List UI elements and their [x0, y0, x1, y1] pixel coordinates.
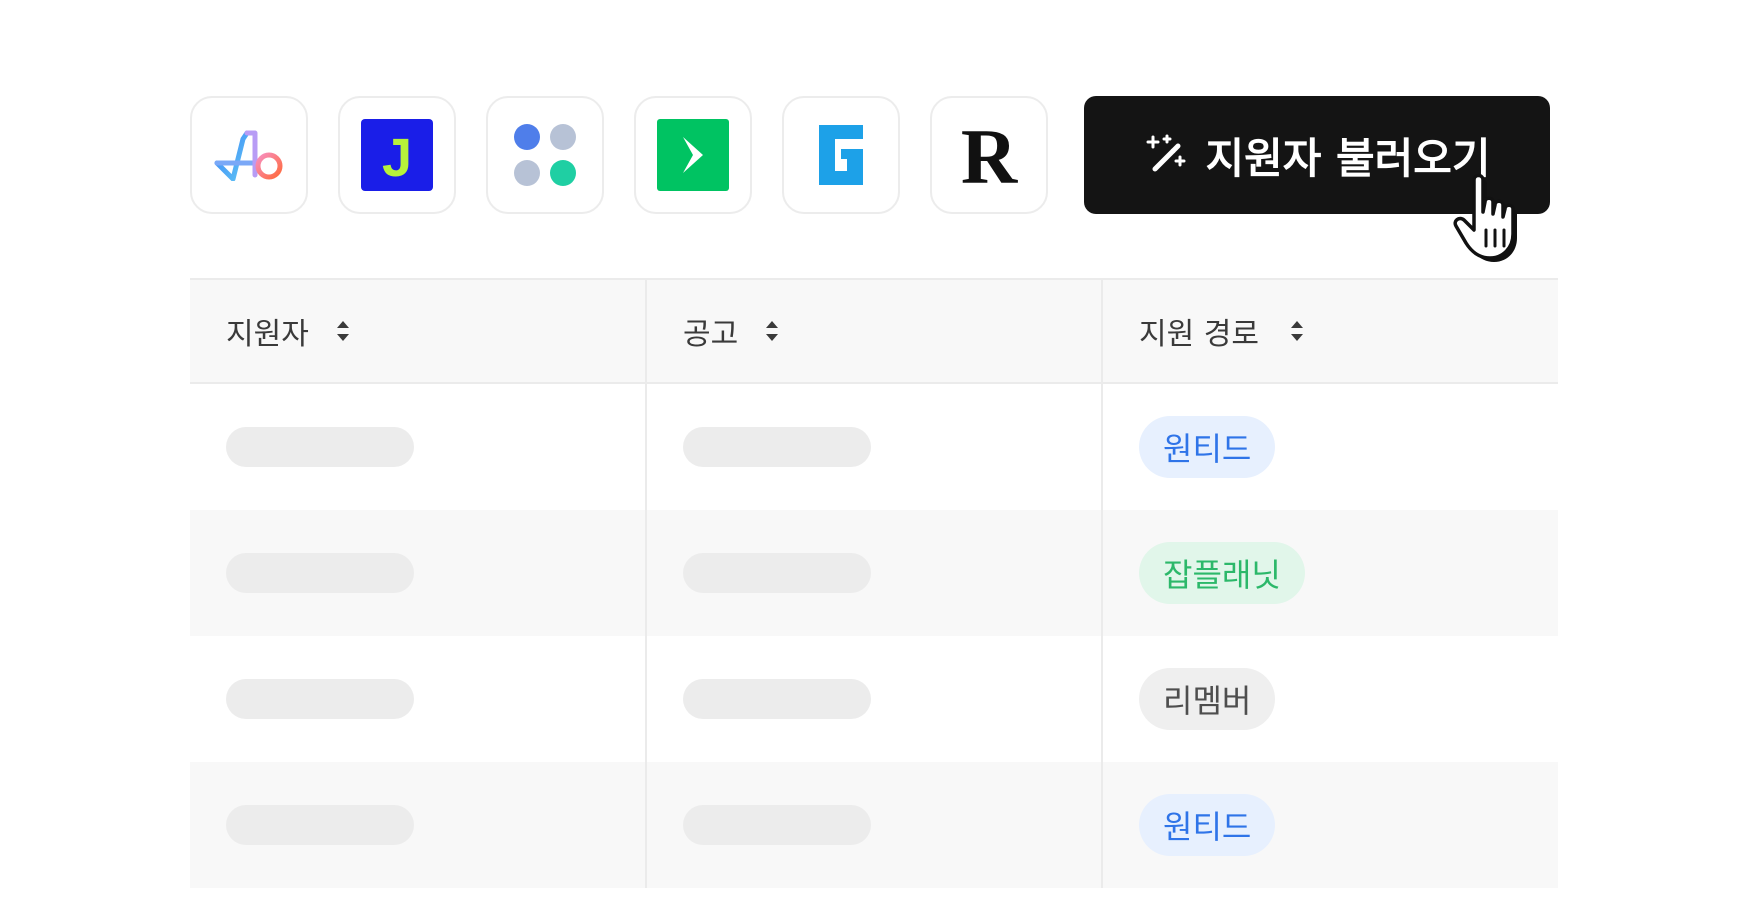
source-cell: 원티드 — [1101, 762, 1558, 888]
posting-cell — [645, 384, 1101, 510]
applicant-cell — [190, 762, 645, 888]
applicants-table: 지원자 공고 지원 경로 원티드 잡플래닛 리멤버 원티드 — [190, 278, 1558, 888]
source-tag: 원티드 — [1139, 416, 1276, 478]
source-tile-g-service[interactable] — [782, 96, 900, 214]
remember-logo-icon: R — [961, 125, 1019, 185]
table-row[interactable]: 잡플래닛 — [190, 510, 1558, 636]
applicant-cell — [190, 384, 645, 510]
table-row[interactable]: 원티드 — [190, 762, 1558, 888]
column-header-applicant[interactable]: 지원자 — [190, 280, 645, 382]
source-cell: 원티드 — [1101, 384, 1558, 510]
jobkorea-logo-icon: J — [361, 119, 433, 191]
source-tile-wanted[interactable] — [190, 96, 308, 214]
table-row[interactable]: 원티드 — [190, 384, 1558, 510]
applicant-cell — [190, 510, 645, 636]
table-row[interactable]: 리멤버 — [190, 636, 1558, 762]
jobplanet-logo-icon — [657, 119, 729, 191]
source-tag: 리멤버 — [1139, 668, 1276, 730]
sort-icon[interactable] — [764, 316, 780, 346]
column-header-label: 지원 경로 — [1139, 317, 1259, 352]
source-cell: 리멤버 — [1101, 636, 1558, 762]
column-header-label: 공고 — [683, 317, 739, 352]
jobkorea-letter: J — [382, 128, 412, 188]
skeleton-placeholder — [683, 679, 871, 719]
table-header-row: 지원자 공고 지원 경로 — [190, 280, 1558, 384]
magic-wand-icon — [1146, 134, 1186, 172]
skeleton-placeholder — [226, 553, 414, 593]
source-tile-remember[interactable]: R — [930, 96, 1048, 214]
remember-letter: R — [961, 125, 1019, 185]
source-tag: 원티드 — [1139, 794, 1276, 856]
skeleton-placeholder — [226, 679, 414, 719]
column-header-posting[interactable]: 공고 — [645, 280, 1101, 382]
source-cell: 잡플래닛 — [1101, 510, 1558, 636]
sort-icon[interactable] — [1289, 316, 1305, 346]
source-toolbar: J R 지원자 불러오기 — [190, 96, 1550, 214]
source-tile-jobkorea[interactable]: J — [338, 96, 456, 214]
skeleton-placeholder — [226, 427, 414, 467]
skeleton-placeholder — [226, 805, 414, 845]
applicant-cell — [190, 636, 645, 762]
skeleton-placeholder — [683, 553, 871, 593]
posting-cell — [645, 762, 1101, 888]
column-header-source[interactable]: 지원 경로 — [1101, 280, 1558, 382]
four-dots-logo-icon — [514, 124, 576, 186]
column-header-label: 지원자 — [226, 317, 309, 352]
source-tile-dots[interactable] — [486, 96, 604, 214]
g-logo-icon — [819, 125, 863, 185]
skeleton-placeholder — [683, 805, 871, 845]
import-button-label: 지원자 불러오기 — [1205, 133, 1491, 183]
posting-cell — [645, 510, 1101, 636]
hand-pointer-icon — [1453, 173, 1517, 262]
wanted-logo-icon — [214, 130, 283, 181]
skeleton-placeholder — [683, 427, 871, 467]
sort-icon[interactable] — [335, 316, 351, 346]
source-tile-jobplanet[interactable] — [634, 96, 752, 214]
source-tag: 잡플래닛 — [1139, 542, 1305, 604]
posting-cell — [645, 636, 1101, 762]
page: J R 지원자 불러오기 지원자 공고 지원 경로 원티드 잡플래닛 리멤버 원… — [0, 0, 1752, 900]
